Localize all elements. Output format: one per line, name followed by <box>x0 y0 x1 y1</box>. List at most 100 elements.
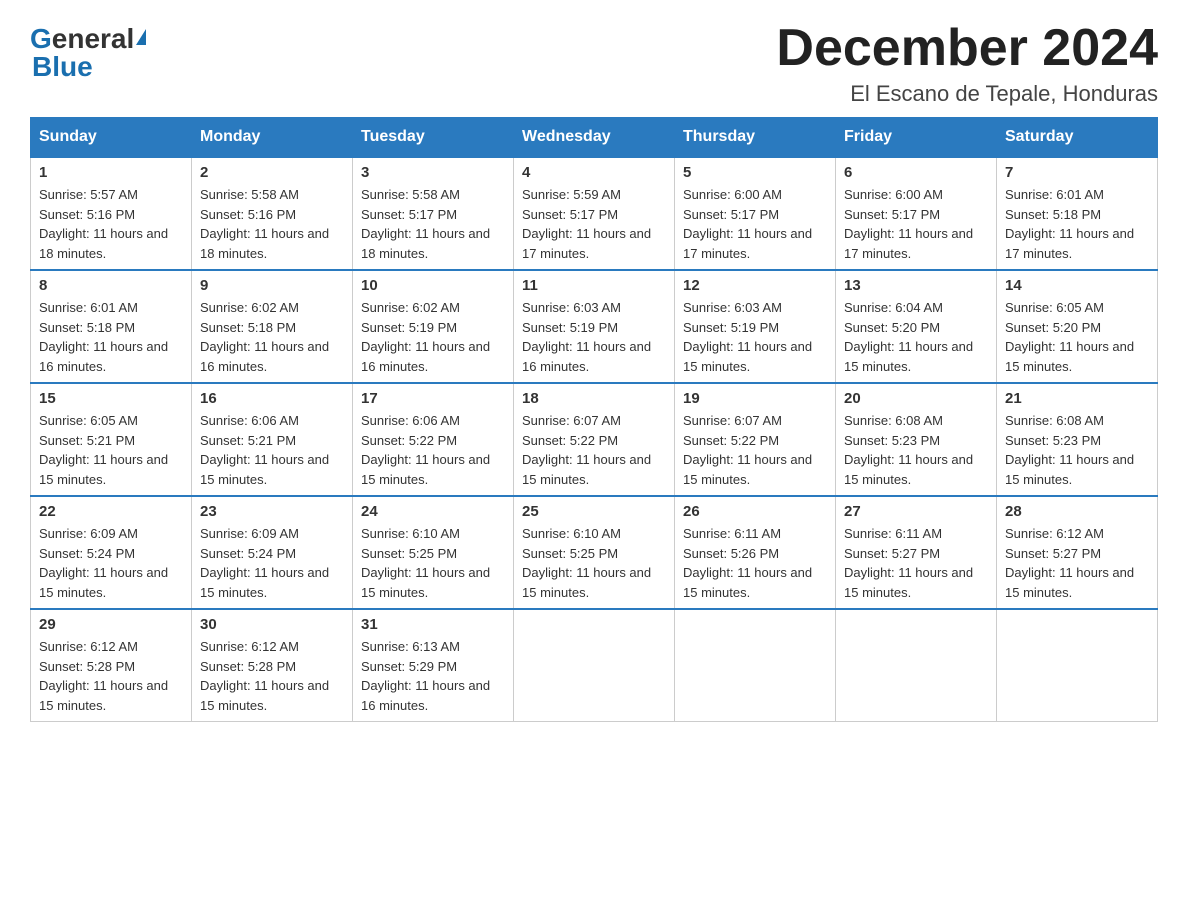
calendar-day-cell: 7 Sunrise: 6:01 AMSunset: 5:18 PMDayligh… <box>997 157 1158 270</box>
logo-text: General <box>30 25 146 53</box>
day-info: Sunrise: 6:10 AMSunset: 5:25 PMDaylight:… <box>361 524 505 602</box>
calendar-day-cell: 2 Sunrise: 5:58 AMSunset: 5:16 PMDayligh… <box>192 157 353 270</box>
day-number: 29 <box>39 616 183 633</box>
calendar-day-cell: 9 Sunrise: 6:02 AMSunset: 5:18 PMDayligh… <box>192 270 353 383</box>
calendar-day-cell: 19 Sunrise: 6:07 AMSunset: 5:22 PMDaylig… <box>675 383 836 496</box>
calendar-day-cell: 24 Sunrise: 6:10 AMSunset: 5:25 PMDaylig… <box>353 496 514 609</box>
day-number: 19 <box>683 390 827 407</box>
calendar-subtitle: El Escano de Tepale, Honduras <box>776 81 1158 107</box>
calendar-week-row: 8 Sunrise: 6:01 AMSunset: 5:18 PMDayligh… <box>31 270 1158 383</box>
calendar-day-cell: 17 Sunrise: 6:06 AMSunset: 5:22 PMDaylig… <box>353 383 514 496</box>
calendar-day-cell: 28 Sunrise: 6:12 AMSunset: 5:27 PMDaylig… <box>997 496 1158 609</box>
calendar-week-row: 15 Sunrise: 6:05 AMSunset: 5:21 PMDaylig… <box>31 383 1158 496</box>
day-number: 10 <box>361 277 505 294</box>
calendar-day-cell: 12 Sunrise: 6:03 AMSunset: 5:19 PMDaylig… <box>675 270 836 383</box>
calendar-day-cell: 31 Sunrise: 6:13 AMSunset: 5:29 PMDaylig… <box>353 609 514 722</box>
calendar-day-cell: 5 Sunrise: 6:00 AMSunset: 5:17 PMDayligh… <box>675 157 836 270</box>
calendar-day-cell: 10 Sunrise: 6:02 AMSunset: 5:19 PMDaylig… <box>353 270 514 383</box>
logo-blue-text: Blue <box>30 53 93 81</box>
day-number: 2 <box>200 164 344 181</box>
day-number: 28 <box>1005 503 1149 520</box>
day-info: Sunrise: 6:07 AMSunset: 5:22 PMDaylight:… <box>683 411 827 489</box>
day-number: 22 <box>39 503 183 520</box>
calendar-day-cell <box>997 609 1158 722</box>
logo-blue: Blue <box>32 51 93 82</box>
day-info: Sunrise: 5:58 AMSunset: 5:17 PMDaylight:… <box>361 185 505 263</box>
title-block: December 2024 El Escano de Tepale, Hondu… <box>776 20 1158 107</box>
calendar-title: December 2024 <box>776 20 1158 77</box>
day-info: Sunrise: 6:09 AMSunset: 5:24 PMDaylight:… <box>39 524 183 602</box>
calendar-day-cell: 23 Sunrise: 6:09 AMSunset: 5:24 PMDaylig… <box>192 496 353 609</box>
day-number: 21 <box>1005 390 1149 407</box>
day-number: 5 <box>683 164 827 181</box>
day-number: 24 <box>361 503 505 520</box>
calendar-day-cell: 27 Sunrise: 6:11 AMSunset: 5:27 PMDaylig… <box>836 496 997 609</box>
page-header: General Blue December 2024 El Escano de … <box>30 20 1158 107</box>
weekday-header-wednesday: Wednesday <box>514 118 675 158</box>
calendar-day-cell: 20 Sunrise: 6:08 AMSunset: 5:23 PMDaylig… <box>836 383 997 496</box>
calendar-week-row: 1 Sunrise: 5:57 AMSunset: 5:16 PMDayligh… <box>31 157 1158 270</box>
weekday-header-tuesday: Tuesday <box>353 118 514 158</box>
calendar-day-cell: 25 Sunrise: 6:10 AMSunset: 5:25 PMDaylig… <box>514 496 675 609</box>
day-info: Sunrise: 6:12 AMSunset: 5:27 PMDaylight:… <box>1005 524 1149 602</box>
day-info: Sunrise: 6:11 AMSunset: 5:26 PMDaylight:… <box>683 524 827 602</box>
day-info: Sunrise: 6:07 AMSunset: 5:22 PMDaylight:… <box>522 411 666 489</box>
calendar-day-cell: 26 Sunrise: 6:11 AMSunset: 5:26 PMDaylig… <box>675 496 836 609</box>
calendar-day-cell: 8 Sunrise: 6:01 AMSunset: 5:18 PMDayligh… <box>31 270 192 383</box>
weekday-header-saturday: Saturday <box>997 118 1158 158</box>
weekday-header-friday: Friday <box>836 118 997 158</box>
day-number: 14 <box>1005 277 1149 294</box>
calendar-day-cell: 14 Sunrise: 6:05 AMSunset: 5:20 PMDaylig… <box>997 270 1158 383</box>
day-info: Sunrise: 6:08 AMSunset: 5:23 PMDaylight:… <box>844 411 988 489</box>
weekday-header-monday: Monday <box>192 118 353 158</box>
day-info: Sunrise: 6:04 AMSunset: 5:20 PMDaylight:… <box>844 298 988 376</box>
calendar-day-cell: 30 Sunrise: 6:12 AMSunset: 5:28 PMDaylig… <box>192 609 353 722</box>
calendar-day-cell <box>836 609 997 722</box>
weekday-header-row: SundayMondayTuesdayWednesdayThursdayFrid… <box>31 118 1158 158</box>
day-info: Sunrise: 6:11 AMSunset: 5:27 PMDaylight:… <box>844 524 988 602</box>
logo-general-text: General <box>30 23 146 54</box>
day-number: 31 <box>361 616 505 633</box>
day-number: 8 <box>39 277 183 294</box>
calendar-day-cell: 21 Sunrise: 6:08 AMSunset: 5:23 PMDaylig… <box>997 383 1158 496</box>
day-number: 25 <box>522 503 666 520</box>
day-info: Sunrise: 6:03 AMSunset: 5:19 PMDaylight:… <box>683 298 827 376</box>
calendar-day-cell: 29 Sunrise: 6:12 AMSunset: 5:28 PMDaylig… <box>31 609 192 722</box>
calendar-day-cell: 11 Sunrise: 6:03 AMSunset: 5:19 PMDaylig… <box>514 270 675 383</box>
calendar-day-cell: 1 Sunrise: 5:57 AMSunset: 5:16 PMDayligh… <box>31 157 192 270</box>
day-number: 17 <box>361 390 505 407</box>
calendar-day-cell: 13 Sunrise: 6:04 AMSunset: 5:20 PMDaylig… <box>836 270 997 383</box>
day-number: 3 <box>361 164 505 181</box>
day-number: 4 <box>522 164 666 181</box>
day-info: Sunrise: 6:10 AMSunset: 5:25 PMDaylight:… <box>522 524 666 602</box>
calendar-day-cell: 18 Sunrise: 6:07 AMSunset: 5:22 PMDaylig… <box>514 383 675 496</box>
day-number: 15 <box>39 390 183 407</box>
day-number: 27 <box>844 503 988 520</box>
calendar-table: SundayMondayTuesdayWednesdayThursdayFrid… <box>30 117 1158 722</box>
day-number: 23 <box>200 503 344 520</box>
logo: General Blue <box>30 25 146 81</box>
day-number: 6 <box>844 164 988 181</box>
day-number: 1 <box>39 164 183 181</box>
day-number: 18 <box>522 390 666 407</box>
day-info: Sunrise: 6:00 AMSunset: 5:17 PMDaylight:… <box>844 185 988 263</box>
day-info: Sunrise: 5:58 AMSunset: 5:16 PMDaylight:… <box>200 185 344 263</box>
day-info: Sunrise: 5:57 AMSunset: 5:16 PMDaylight:… <box>39 185 183 263</box>
day-info: Sunrise: 6:05 AMSunset: 5:21 PMDaylight:… <box>39 411 183 489</box>
day-number: 30 <box>200 616 344 633</box>
day-number: 12 <box>683 277 827 294</box>
day-number: 20 <box>844 390 988 407</box>
day-info: Sunrise: 6:02 AMSunset: 5:19 PMDaylight:… <box>361 298 505 376</box>
calendar-day-cell: 15 Sunrise: 6:05 AMSunset: 5:21 PMDaylig… <box>31 383 192 496</box>
weekday-header-sunday: Sunday <box>31 118 192 158</box>
day-info: Sunrise: 6:03 AMSunset: 5:19 PMDaylight:… <box>522 298 666 376</box>
day-number: 26 <box>683 503 827 520</box>
calendar-day-cell <box>514 609 675 722</box>
day-info: Sunrise: 6:00 AMSunset: 5:17 PMDaylight:… <box>683 185 827 263</box>
calendar-day-cell: 22 Sunrise: 6:09 AMSunset: 5:24 PMDaylig… <box>31 496 192 609</box>
day-number: 16 <box>200 390 344 407</box>
day-info: Sunrise: 5:59 AMSunset: 5:17 PMDaylight:… <box>522 185 666 263</box>
day-info: Sunrise: 6:01 AMSunset: 5:18 PMDaylight:… <box>39 298 183 376</box>
day-number: 13 <box>844 277 988 294</box>
day-info: Sunrise: 6:05 AMSunset: 5:20 PMDaylight:… <box>1005 298 1149 376</box>
